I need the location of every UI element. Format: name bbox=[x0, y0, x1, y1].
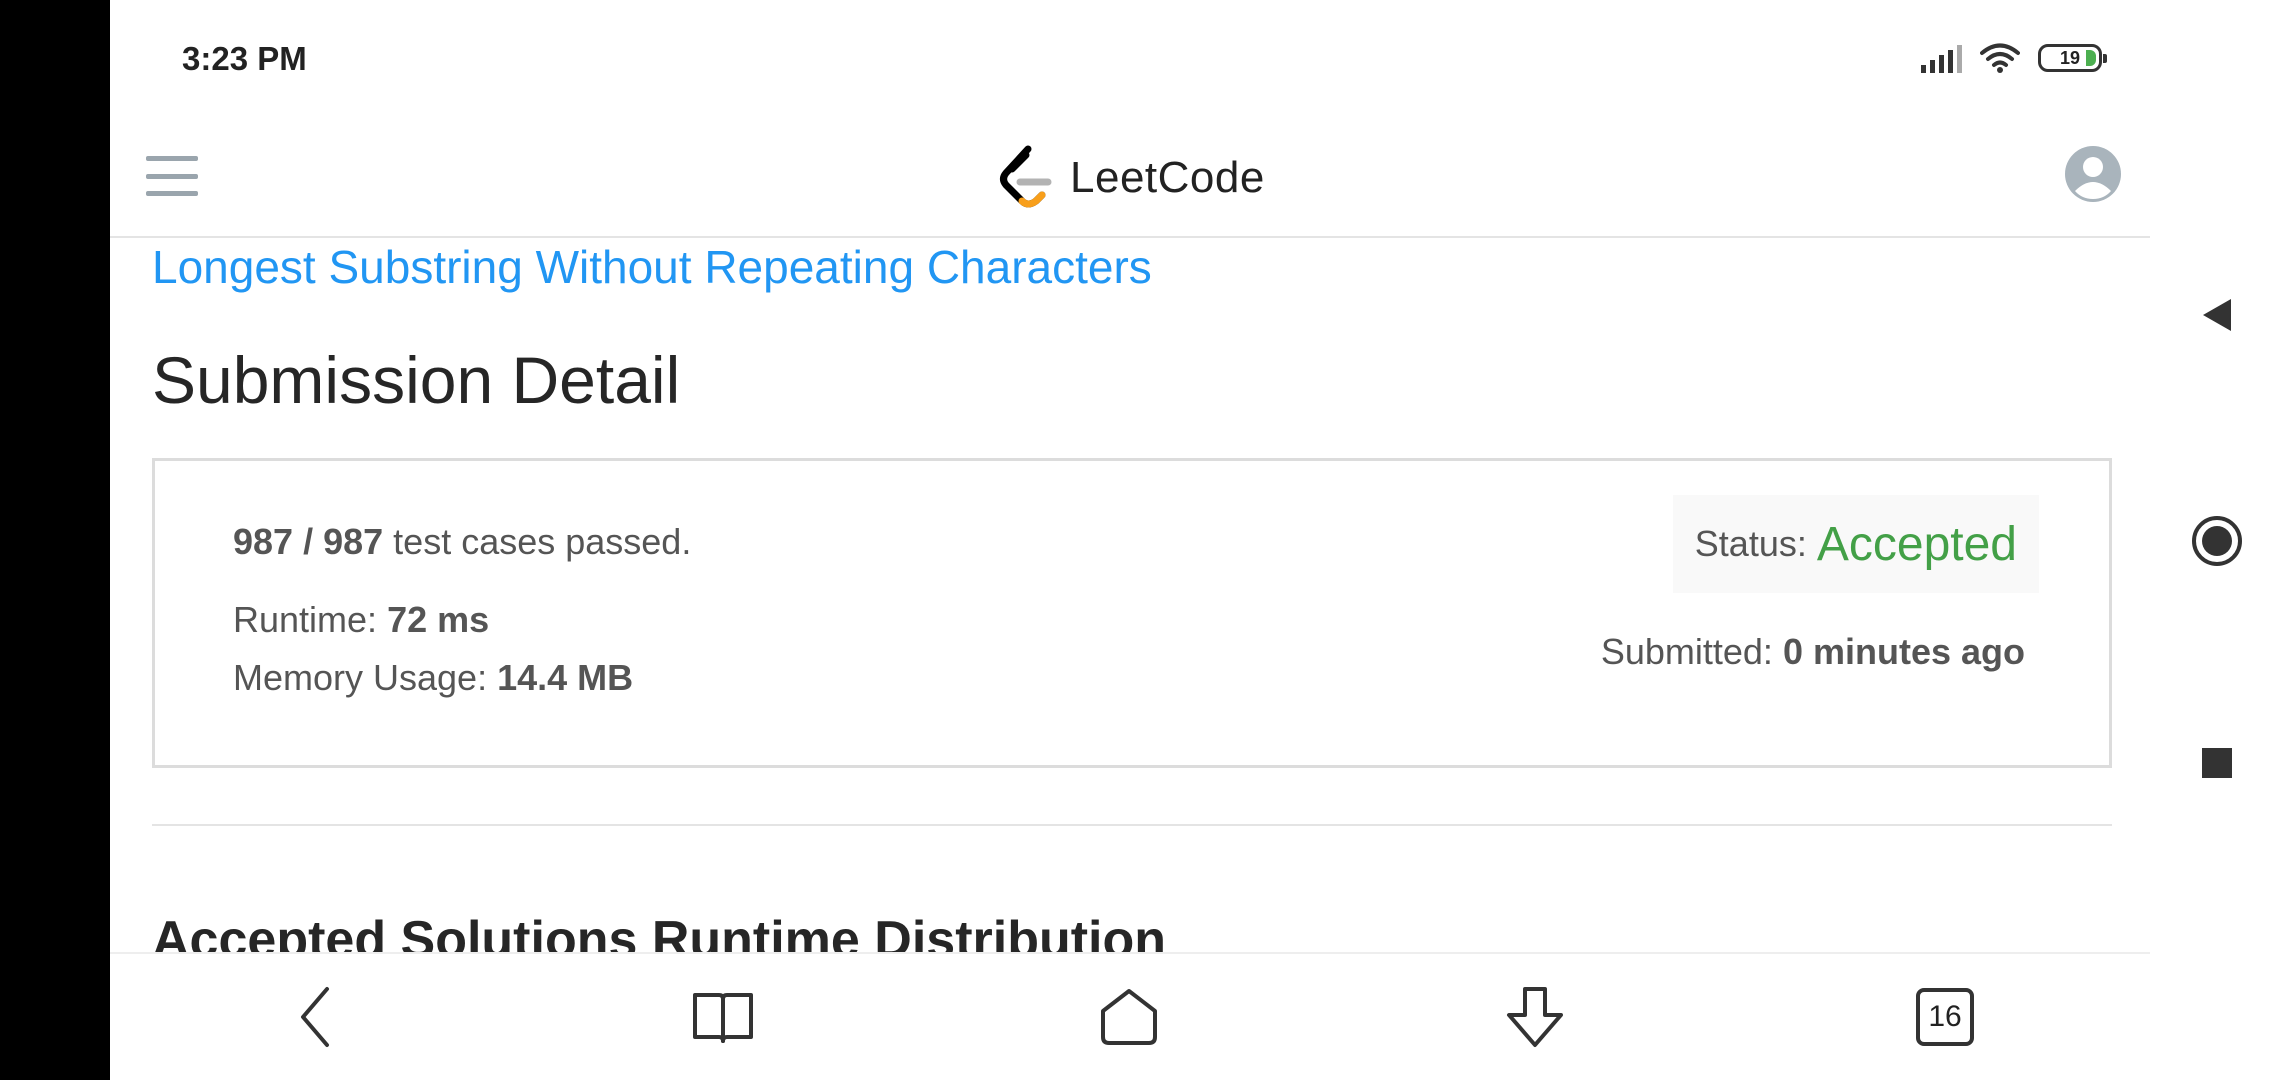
status-label: Status: bbox=[1694, 523, 1807, 564]
submission-detail-card: 987 / 987 test cases passed. Runtime: 72… bbox=[152, 458, 2112, 768]
phone-screen: 3:23 PM 19 LeetCode Longest Substring Wi… bbox=[110, 0, 2150, 1080]
passed-separator: / bbox=[293, 521, 324, 562]
tabs-button[interactable]: 16 bbox=[1910, 982, 1980, 1052]
square-recents-icon bbox=[2202, 748, 2232, 778]
battery-level: 19 bbox=[2059, 47, 2081, 68]
home-button[interactable] bbox=[1094, 982, 1164, 1052]
system-home-button[interactable] bbox=[2184, 508, 2250, 574]
status-time: 3:23 PM bbox=[182, 40, 307, 77]
circle-home-icon bbox=[2192, 516, 2242, 566]
left-screen-edge bbox=[0, 0, 110, 1080]
memory-label: Memory Usage: bbox=[233, 657, 498, 698]
memory-value: 14.4 MB bbox=[497, 657, 634, 698]
back-button[interactable] bbox=[280, 982, 350, 1052]
leetcode-logo-icon bbox=[1000, 145, 1052, 208]
signal-icon bbox=[1921, 43, 1962, 73]
submitted-label: Submitted: bbox=[1600, 631, 1783, 672]
system-nav-bar bbox=[2150, 0, 2280, 1080]
leetcode-logo[interactable]: LeetCode bbox=[998, 140, 1265, 216]
battery-icon: 19 bbox=[2038, 44, 2107, 72]
section-divider bbox=[152, 824, 2112, 826]
arrow-down-icon bbox=[1507, 987, 1563, 1047]
app-header: LeetCode bbox=[110, 118, 2150, 238]
bookmarks-button[interactable] bbox=[688, 982, 758, 1052]
total-count: 987 bbox=[323, 521, 384, 562]
triangle-back-icon bbox=[2203, 299, 2231, 331]
submitted-row: Submitted: 0 minutes ago bbox=[1601, 631, 2025, 673]
system-recents-button[interactable] bbox=[2184, 730, 2250, 796]
test-cases-summary: 987 / 987 test cases passed. bbox=[233, 521, 691, 563]
status-value[interactable]: Accepted bbox=[1817, 517, 2017, 572]
wifi-icon bbox=[1980, 43, 2020, 73]
system-back-button[interactable] bbox=[2184, 282, 2250, 348]
memory-row: Memory Usage: 14.4 MB bbox=[233, 657, 633, 699]
submitted-value: 0 minutes ago bbox=[1782, 631, 2025, 672]
home-icon bbox=[1101, 989, 1157, 1045]
hamburger-icon[interactable] bbox=[146, 156, 198, 196]
passed-count: 987 bbox=[233, 521, 294, 562]
status-icons: 19 bbox=[1921, 42, 2107, 74]
status-box: Status: Accepted bbox=[1672, 495, 2039, 593]
logo-text: LeetCode bbox=[1070, 153, 1265, 202]
browser-toolbar: 16 bbox=[110, 952, 2150, 1080]
status-bar: 3:23 PM 19 bbox=[110, 0, 2150, 118]
page-content: Longest Substring Without Repeating Char… bbox=[152, 238, 2112, 970]
runtime-value: 72 ms bbox=[387, 599, 490, 640]
open-book-icon bbox=[693, 993, 753, 1043]
download-button[interactable] bbox=[1500, 982, 1570, 1052]
passed-suffix: test cases passed. bbox=[383, 521, 692, 562]
tabs-count: 16 bbox=[1928, 1000, 1962, 1033]
page-title: Submission Detail bbox=[152, 343, 681, 417]
chevron-left-icon bbox=[301, 987, 329, 1047]
runtime-label: Runtime: bbox=[233, 599, 388, 640]
user-avatar-icon[interactable] bbox=[2064, 145, 2122, 203]
runtime-row: Runtime: 72 ms bbox=[233, 599, 489, 641]
problem-title-link[interactable]: Longest Substring Without Repeating Char… bbox=[152, 238, 2112, 296]
